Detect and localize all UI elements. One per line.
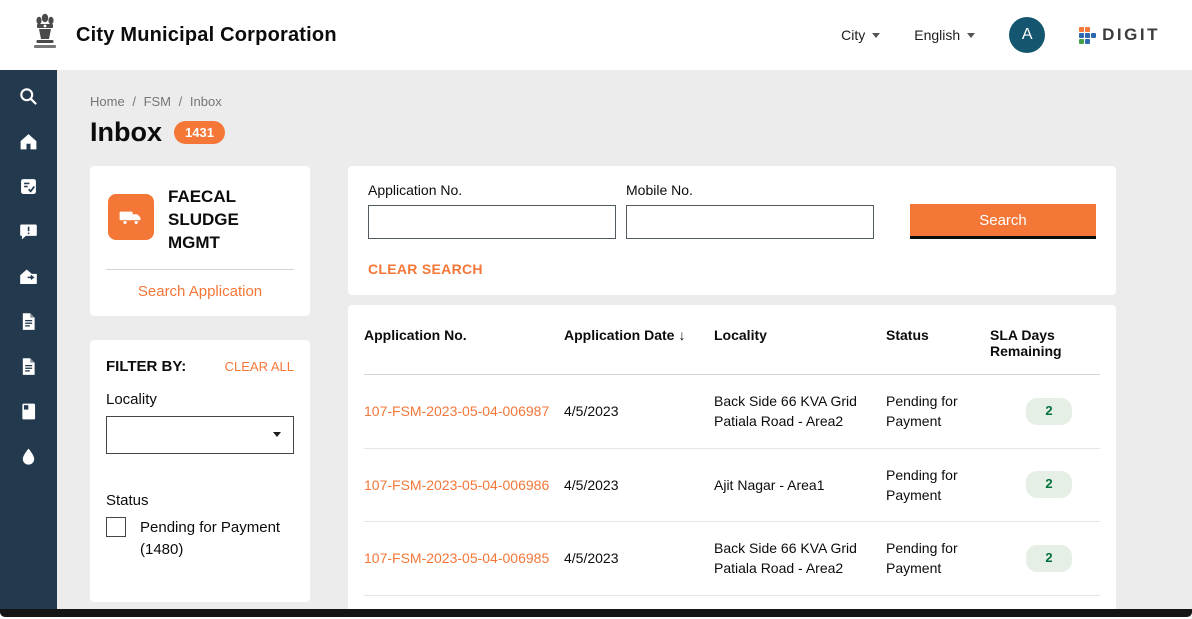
breadcrumb-fsm[interactable]: FSM (144, 94, 171, 109)
column-sla-days: SLA Days Remaining (990, 305, 1100, 375)
sla-days-badge: 2 (1026, 398, 1072, 425)
user-avatar[interactable]: A (1009, 17, 1045, 53)
document-icon[interactable] (18, 356, 39, 377)
table-row: 107-FSM-2023-05-04-006986 4/5/2023 Ajit … (364, 448, 1100, 522)
column-application-no: Application No. (364, 305, 564, 375)
filter-by-label: FILTER BY: (106, 358, 186, 375)
status-cell: Pending for Payment (886, 448, 990, 522)
search-icon[interactable] (18, 86, 39, 107)
column-application-date[interactable]: Application Date↓ (564, 305, 714, 375)
window-border (0, 609, 1192, 617)
locality-cell: Back Side 66 KVA Grid Patiala Road - Are… (714, 375, 886, 449)
status-checkbox[interactable] (106, 517, 126, 537)
sla-days-badge: 2 (1026, 471, 1072, 498)
status-option-label[interactable]: Pending for Payment (1480) (140, 517, 290, 562)
clear-search-link[interactable]: CLEAR SEARCH (368, 261, 483, 277)
inbox-table-card: Application No. Application Date↓ Locali… (348, 305, 1116, 617)
application-no-label: Application No. (368, 182, 616, 198)
inbox-check-icon[interactable] (18, 176, 39, 197)
application-date: 4/5/2023 (564, 522, 714, 596)
locality-select[interactable] (106, 416, 294, 454)
chevron-down-icon (967, 33, 975, 38)
clear-all-link[interactable]: CLEAR ALL (225, 359, 294, 374)
page-title: Inbox (90, 117, 162, 148)
app-title: City Municipal Corporation (76, 24, 337, 47)
left-sidebar (0, 70, 57, 617)
locality-cell: Back Side 66 KVA Grid Patiala Road - Are… (714, 522, 886, 596)
chevron-down-icon (273, 432, 281, 437)
application-link[interactable]: 107-FSM-2023-05-04-006985 (364, 550, 549, 566)
module-title: FAECAL SLUDGE MGMT (168, 186, 263, 255)
breadcrumb-home[interactable]: Home (90, 94, 125, 109)
sort-desc-icon[interactable]: ↓ (678, 327, 685, 343)
property-icon[interactable] (18, 266, 39, 287)
column-locality: Locality (714, 305, 886, 375)
breadcrumb: Home / FSM / Inbox (90, 94, 1192, 109)
locality-cell: Ajit Nagar - Area1 (714, 448, 886, 522)
content-area: Home / FSM / Inbox Inbox 1431 (57, 70, 1192, 617)
truck-icon (108, 194, 154, 240)
status-label: Status (106, 492, 294, 509)
water-drop-icon[interactable] (18, 446, 39, 467)
card-icon[interactable] (18, 401, 39, 422)
city-dropdown[interactable]: City (841, 27, 880, 43)
application-no-input[interactable] (368, 205, 616, 239)
digit-wordmark: DIGIT (1102, 25, 1160, 45)
top-bar: City Municipal Corporation City English … (0, 0, 1192, 70)
application-date: 4/5/2023 (564, 448, 714, 522)
status-cell: Pending for Payment (886, 375, 990, 449)
digit-dots-icon (1079, 27, 1096, 44)
language-dropdown[interactable]: English (914, 27, 975, 43)
app-window: City Municipal Corporation City English … (0, 0, 1192, 619)
application-link[interactable]: 107-FSM-2023-05-04-006987 (364, 403, 549, 419)
search-button[interactable]: Search (910, 204, 1096, 239)
application-link[interactable]: 107-FSM-2023-05-04-006986 (364, 477, 549, 493)
national-emblem-logo (30, 12, 60, 58)
table-row: 107-FSM-2023-05-04-006987 4/5/2023 Back … (364, 375, 1100, 449)
mobile-no-label: Mobile No. (626, 182, 874, 198)
search-application-link[interactable]: Search Application (106, 283, 294, 300)
digit-logo: DIGIT (1079, 25, 1160, 45)
complaints-icon[interactable] (18, 221, 39, 242)
inbox-table: Application No. Application Date↓ Locali… (364, 305, 1100, 617)
home-icon[interactable] (18, 131, 39, 152)
chevron-down-icon (872, 33, 880, 38)
divider (106, 269, 294, 270)
module-card: FAECAL SLUDGE MGMT Search Application (90, 166, 310, 316)
search-card: Application No. Mobile No. Search CLEAR … (348, 166, 1116, 295)
inbox-count-badge: 1431 (174, 121, 225, 144)
locality-label: Locality (106, 391, 294, 408)
mobile-no-input[interactable] (626, 205, 874, 239)
application-date: 4/5/2023 (564, 375, 714, 449)
table-row: 107-FSM-2023-05-04-006985 4/5/2023 Back … (364, 522, 1100, 596)
status-cell: Pending for Payment (886, 522, 990, 596)
column-status: Status (886, 305, 990, 375)
breadcrumb-inbox: Inbox (190, 94, 222, 109)
sla-days-badge: 2 (1026, 545, 1072, 572)
filter-card: FILTER BY: CLEAR ALL Locality Status Pen… (90, 340, 310, 602)
document-icon[interactable] (18, 311, 39, 332)
